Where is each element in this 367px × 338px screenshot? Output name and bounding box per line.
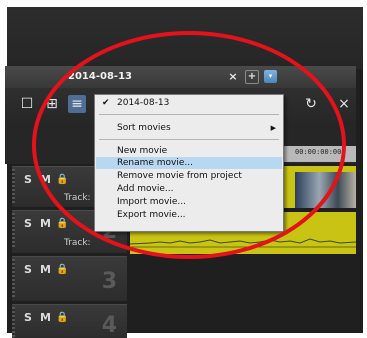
screenshot-stage: 2014-08-13 × + ▾ ☐ ⊞ ≡ ↻ × 00:00:00:00 S…	[0, 0, 367, 338]
annotation-ellipse	[32, 31, 346, 259]
